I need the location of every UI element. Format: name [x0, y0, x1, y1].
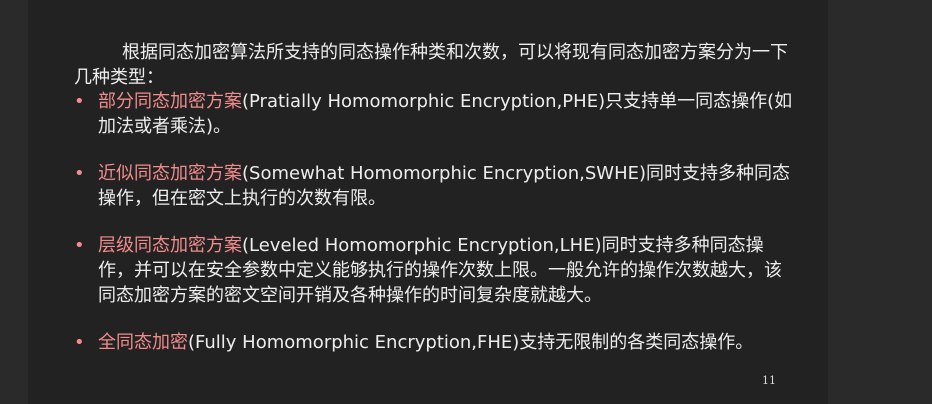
- scheme-name: 近似同态加密方案: [98, 163, 242, 184]
- page-number: 11: [762, 374, 776, 387]
- bullet-icon: •: [74, 332, 85, 353]
- scheme-name: 全同态加密: [98, 332, 188, 353]
- scheme-name: 层级同态加密方案: [98, 235, 242, 256]
- scheme-description: (Fully Homomorphic Encryption,FHE)支持无限制的…: [188, 332, 754, 353]
- bullet-icon: •: [74, 163, 85, 184]
- list-item-swhe: • 近似同态加密方案(Somewhat Homomorphic Encrypti…: [74, 161, 794, 211]
- list-item-phe: • 部分同态加密方案(Pratially Homomorphic Encrypt…: [74, 89, 794, 139]
- intro-paragraph: 根据同态加密算法所支持的同态操作种类和次数，可以将现有同态加密方案分为一下几种类…: [74, 42, 788, 88]
- scheme-list: • 部分同态加密方案(Pratially Homomorphic Encrypt…: [74, 89, 794, 377]
- scheme-name: 部分同态加密方案: [98, 91, 242, 112]
- bullet-icon: •: [74, 91, 85, 112]
- bullet-icon: •: [74, 235, 85, 256]
- list-item-lhe: • 层级同态加密方案(Leveled Homomorphic Encryptio…: [74, 233, 794, 308]
- list-item-fhe: • 全同态加密(Fully Homomorphic Encryption,FHE…: [74, 330, 794, 355]
